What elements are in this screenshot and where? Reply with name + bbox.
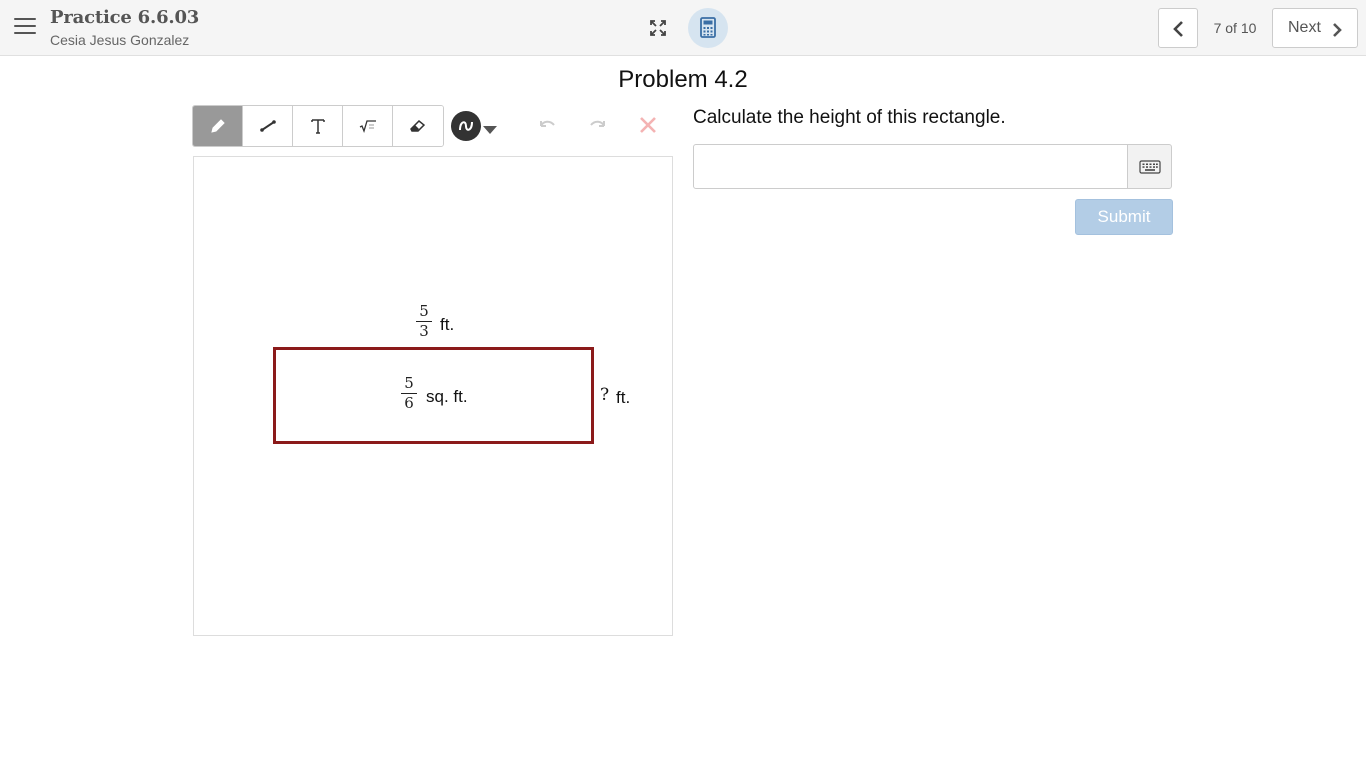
area-denominator: 6 <box>404 394 414 412</box>
pencil-tool[interactable] <box>193 106 243 146</box>
keyboard-button[interactable] <box>1127 144 1172 189</box>
previous-button[interactable] <box>1158 8 1198 48</box>
drawing-toolbar <box>192 105 444 147</box>
undo-icon[interactable] <box>535 114 559 143</box>
drawing-canvas[interactable]: 5 3 ft. 5 6 sq. ft. ? ft. <box>193 156 673 636</box>
area-unit: sq. ft. <box>426 387 468 406</box>
eraser-icon <box>410 119 426 132</box>
redo-icon[interactable] <box>586 114 610 143</box>
pencil-icon <box>210 119 225 133</box>
problem-title: Problem 4.2 <box>618 66 748 93</box>
next-label: Next <box>1288 19 1321 36</box>
assignment-title: Practice 6.6.03 <box>50 7 200 28</box>
menu-icon[interactable] <box>14 18 36 38</box>
fullscreen-icon[interactable] <box>644 14 672 42</box>
squiggle-icon <box>459 121 473 131</box>
submit-button[interactable]: Submit <box>1075 199 1173 235</box>
calculator-icon <box>700 17 716 38</box>
square-root-icon <box>359 120 376 133</box>
keyboard-icon <box>1138 159 1161 174</box>
color-dropdown-icon[interactable] <box>483 121 497 139</box>
calculator-button[interactable] <box>688 8 728 48</box>
top-bar: Practice 6.6.03 Cesia Jesus Gonzalez 7 o… <box>0 0 1366 56</box>
text-icon <box>310 119 325 134</box>
eraser-tool[interactable] <box>393 106 443 146</box>
question-text: Calculate the height of this rectangle. <box>693 107 1006 128</box>
answer-input[interactable] <box>693 144 1128 189</box>
width-numerator: 5 <box>419 302 429 320</box>
area-fraction: 5 6 <box>401 375 417 412</box>
next-button[interactable]: Next <box>1272 8 1358 48</box>
student-name: Cesia Jesus Gonzalez <box>50 32 190 48</box>
height-unit: ft. <box>616 388 631 407</box>
area-numerator: 5 <box>404 374 414 392</box>
page-counter: 7 of 10 <box>1213 20 1257 36</box>
chevron-right-icon <box>1333 23 1342 37</box>
width-denominator: 3 <box>419 322 429 340</box>
clear-icon[interactable] <box>637 114 659 141</box>
width-unit: ft. <box>440 315 455 334</box>
height-unknown: ? <box>600 385 610 405</box>
line-tool[interactable] <box>243 106 293 146</box>
width-fraction: 5 3 <box>416 303 432 340</box>
text-tool[interactable] <box>293 106 343 146</box>
chevron-left-icon <box>1173 21 1183 37</box>
math-tool[interactable] <box>343 106 393 146</box>
line-icon <box>259 120 276 132</box>
color-picker[interactable] <box>451 111 481 141</box>
